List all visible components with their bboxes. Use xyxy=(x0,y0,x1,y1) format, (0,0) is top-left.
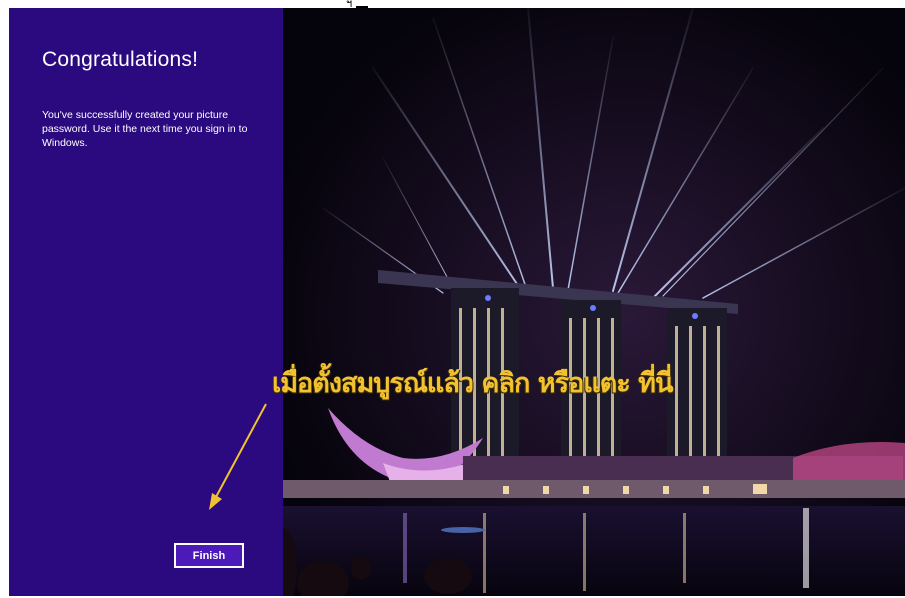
page-title: Congratulations! xyxy=(42,48,199,71)
picture-password-image[interactable] xyxy=(283,8,905,596)
success-description: You've successfully created your picture… xyxy=(42,109,248,149)
background-photo xyxy=(283,8,905,596)
screen: ฯ Congratulations! You've successfully c… xyxy=(0,0,905,598)
finish-button[interactable]: Finish xyxy=(174,543,244,568)
picture-password-panel: Congratulations! You've successfully cre… xyxy=(9,8,283,596)
thai-instruction-annotation: เมื่อตั้งสมบูรณ์แล้ว คลิก หรือแตะ ที่นี่ xyxy=(272,368,673,399)
bay-water xyxy=(283,506,905,596)
